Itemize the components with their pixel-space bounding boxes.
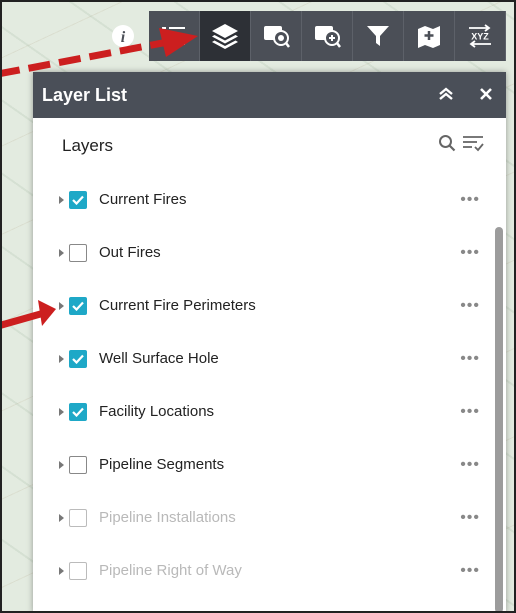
layer-checkbox[interactable] (69, 296, 87, 315)
list-item[interactable]: Pipeline Segments ••• (33, 438, 506, 491)
layer-checkbox[interactable] (69, 455, 87, 474)
layer-list-button[interactable] (200, 11, 251, 61)
layer-label: Out Fires (99, 244, 161, 261)
sort-filter-icon[interactable] (462, 134, 484, 157)
layer-label: Current Fire Perimeters (99, 297, 256, 314)
layer-label: Pipeline Installations (99, 509, 236, 526)
layer-checkbox[interactable] (69, 243, 87, 262)
double-chevron-up-icon[interactable] (426, 85, 466, 106)
info-icon: i (111, 24, 135, 48)
layer-checkbox[interactable] (69, 190, 87, 209)
expand-caret-icon[interactable] (59, 248, 64, 257)
layer-label: Pipeline Right of Way (99, 562, 242, 579)
more-options-icon[interactable]: ••• (460, 191, 480, 208)
list-item[interactable]: Current Fires ••• (33, 173, 506, 226)
list-item[interactable]: Pipeline Right of Way ••• (33, 544, 506, 597)
expand-caret-icon[interactable] (59, 354, 64, 363)
add-data-icon (416, 23, 442, 49)
expand-caret-icon[interactable] (59, 195, 64, 204)
more-options-icon[interactable]: ••• (460, 350, 480, 367)
list-item[interactable]: Current Fire Perimeters ••• (33, 279, 506, 332)
list-item[interactable]: Facility Locations ••• (33, 385, 506, 438)
scrollbar[interactable] (495, 227, 503, 613)
layer-label: Pipeline Segments (99, 456, 225, 473)
coordinate-label: XYZ (471, 32, 489, 42)
info-button[interactable]: i (97, 11, 149, 61)
query-button[interactable] (302, 11, 353, 61)
panel-title: Layer List (42, 84, 128, 105)
more-options-icon[interactable]: ••• (460, 297, 480, 314)
expand-caret-icon[interactable] (59, 566, 64, 575)
widget-toolbar: i XYZ (97, 11, 516, 61)
layer-label: Facility Locations (99, 403, 215, 420)
layer-checkbox[interactable] (69, 349, 87, 368)
query-icon (313, 23, 341, 49)
search-icon[interactable] (438, 134, 456, 157)
expand-caret-icon[interactable] (59, 460, 64, 469)
close-icon[interactable] (466, 85, 506, 106)
layer-list-panel: Layer List Layers Current Fires ••• Out … (33, 72, 506, 613)
panel-header: Layer List (33, 72, 506, 118)
coordinate-conversion-button[interactable]: XYZ (455, 11, 506, 61)
layer-list: Current Fires ••• Out Fires ••• Current … (33, 173, 506, 597)
expand-caret-icon[interactable] (59, 407, 64, 416)
more-options-icon[interactable]: ••• (460, 456, 480, 473)
layer-checkbox[interactable] (69, 402, 87, 421)
svg-text:i: i (121, 29, 126, 46)
expand-caret-icon[interactable] (59, 513, 64, 522)
more-options-icon[interactable]: ••• (460, 562, 480, 579)
filter-icon (366, 24, 390, 48)
layers-title: Layers (62, 135, 114, 155)
more-options-icon[interactable]: ••• (460, 244, 480, 261)
more-options-icon[interactable]: ••• (460, 403, 480, 420)
layer-checkbox[interactable] (69, 508, 87, 527)
expand-caret-icon[interactable] (59, 301, 64, 310)
list-item[interactable]: Well Surface Hole ••• (33, 332, 506, 385)
select-button[interactable] (251, 11, 302, 61)
layer-label: Current Fires (99, 191, 187, 208)
list-item[interactable]: Pipeline Installations ••• (33, 491, 506, 544)
layer-label: Well Surface Hole (99, 350, 219, 367)
coordinate-conversion-icon: XYZ (465, 23, 495, 49)
legend-icon (161, 24, 187, 48)
more-options-icon[interactable]: ••• (460, 509, 480, 526)
layer-checkbox[interactable] (69, 561, 87, 580)
add-data-button[interactable] (404, 11, 455, 61)
list-item[interactable]: Out Fires ••• (33, 226, 506, 279)
legend-button[interactable] (149, 11, 200, 61)
filter-button[interactable] (353, 11, 404, 61)
layers-heading-row: Layers (33, 118, 506, 173)
select-icon (262, 23, 290, 49)
layers-icon (211, 23, 239, 49)
